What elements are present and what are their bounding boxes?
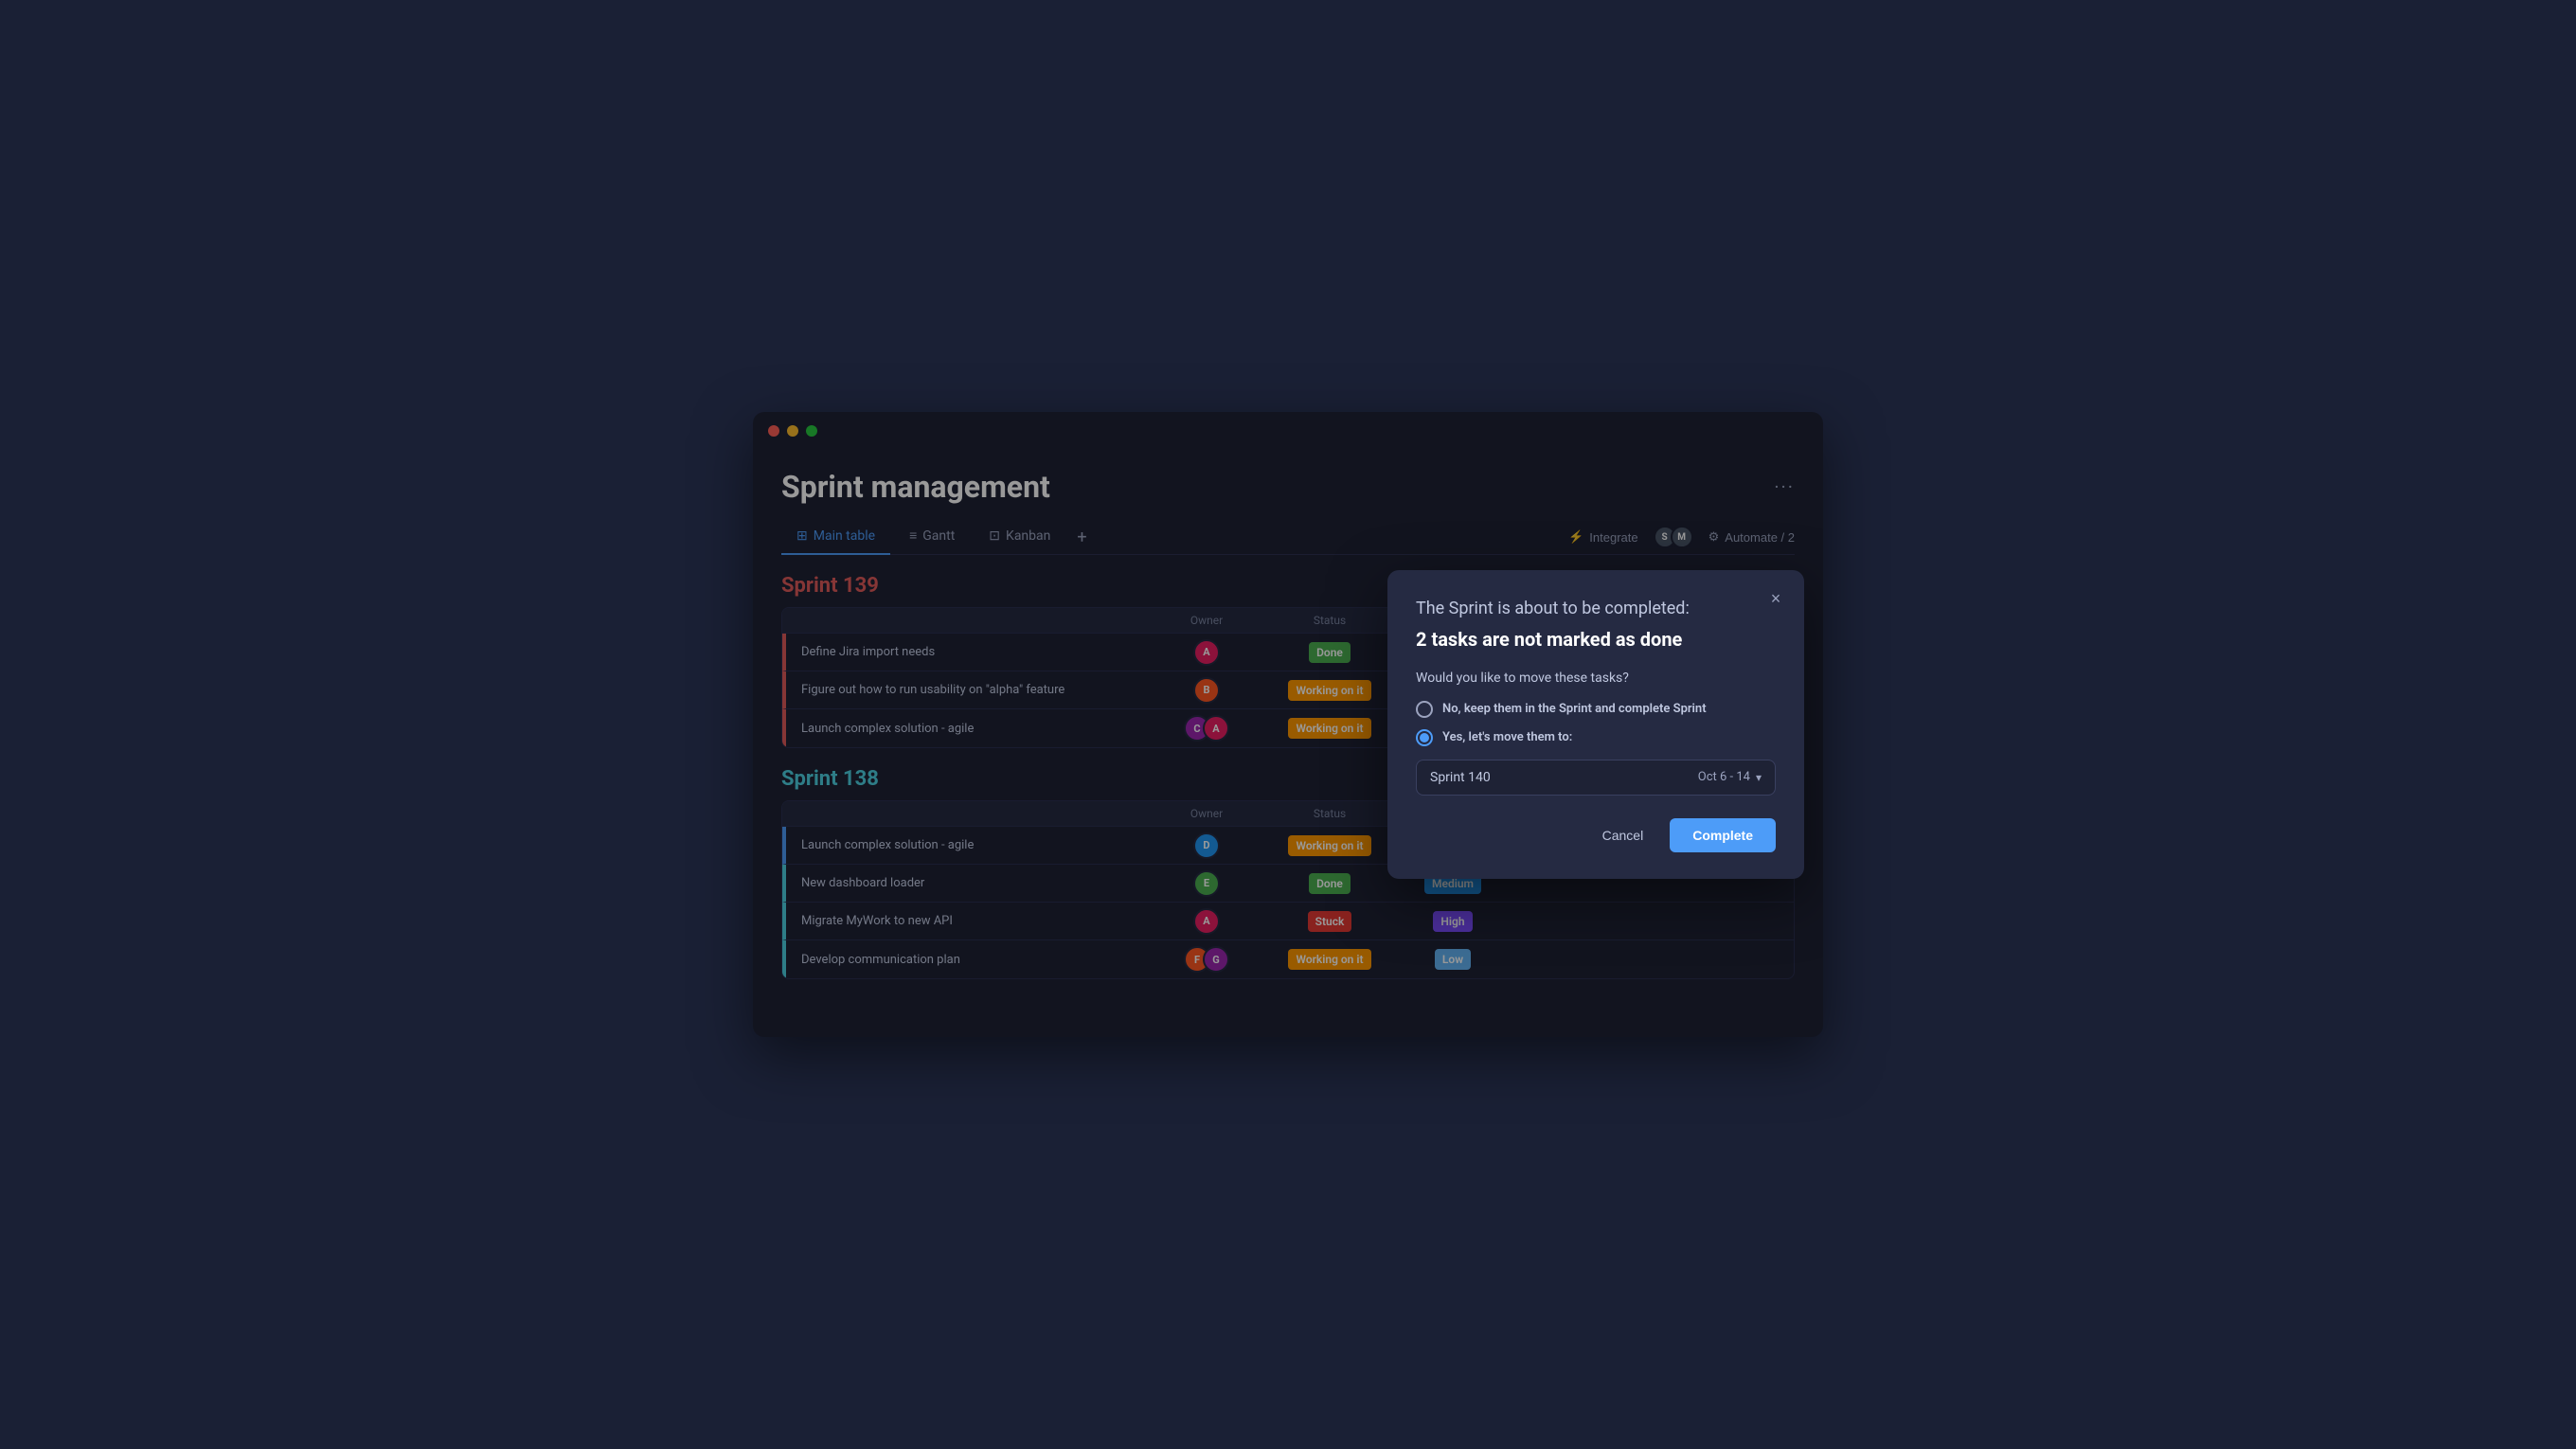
complete-sprint-modal: × The Sprint is about to be completed: 2… (1387, 570, 1804, 878)
close-icon: × (1771, 589, 1781, 609)
sprint-dropdown[interactable]: Sprint 140 Oct 6 - 14 ▾ (1416, 760, 1776, 796)
radio-label-no: No, keep them in the Sprint and complete… (1442, 702, 1707, 716)
modal-subtitle: 2 tasks are not marked as done (1416, 627, 1776, 652)
complete-button[interactable]: Complete (1670, 818, 1776, 852)
sprint-dropdown-label: Sprint 140 (1430, 770, 1491, 785)
radio-button-yes[interactable] (1416, 729, 1433, 746)
app-window: Sprint management ··· ⊞ Main table ≡ Gan… (753, 412, 1823, 1037)
cancel-button[interactable]: Cancel (1587, 818, 1659, 852)
modal-title: The Sprint is about to be completed: (1416, 597, 1776, 620)
radio-option-yes[interactable]: Yes, let's move them to: (1416, 729, 1776, 746)
chevron-down-icon: ▾ (1756, 771, 1762, 784)
modal-overlay: × The Sprint is about to be completed: 2… (753, 412, 1823, 1037)
radio-option-no[interactable]: No, keep them in the Sprint and complete… (1416, 701, 1776, 718)
radio-label-yes: Yes, let's move them to: (1442, 730, 1572, 744)
modal-close-button[interactable]: × (1762, 585, 1789, 612)
modal-footer: Cancel Complete (1416, 818, 1776, 852)
radio-button-no[interactable] (1416, 701, 1433, 718)
sprint-dropdown-date: Oct 6 - 14 ▾ (1698, 770, 1762, 784)
modal-question: Would you like to move these tasks? (1416, 671, 1776, 686)
